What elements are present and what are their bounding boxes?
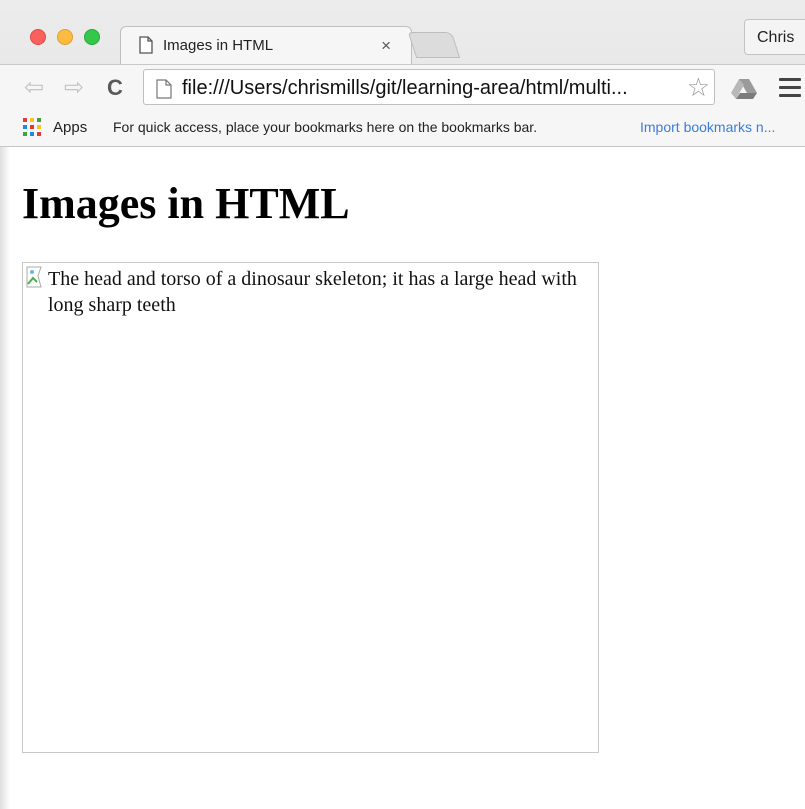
tab-images-in-html[interactable]: Images in HTML ×	[120, 26, 412, 65]
new-tab-button[interactable]	[407, 32, 461, 58]
image-alt-text: The head and torso of a dinosaur skeleto…	[48, 268, 577, 316]
star-icon[interactable]: ☆	[687, 72, 710, 102]
menu-icon[interactable]	[779, 78, 801, 102]
apps-label[interactable]: Apps	[53, 119, 87, 136]
address-bar[interactable]: file:///Users/chrismills/git/learning-ar…	[143, 69, 715, 105]
url-text[interactable]: file:///Users/chrismills/git/learning-ar…	[182, 77, 628, 100]
toolbar: ⇦ ⇨ C file:///Users/chrismills/git/learn…	[0, 64, 805, 111]
window-close-button[interactable]	[30, 29, 46, 45]
bookmarks-hint: For quick access, place your bookmarks h…	[113, 119, 538, 135]
window-minimize-button[interactable]	[57, 29, 73, 45]
page-edge-shadow	[0, 147, 10, 809]
apps-icon[interactable]	[23, 118, 41, 136]
page-content: Images in HTML The head and torso of a d…	[0, 147, 805, 809]
bookmarks-bar: Apps For quick access, place your bookma…	[0, 110, 805, 146]
profile-button[interactable]: Chris	[744, 19, 805, 55]
drive-icon[interactable]	[730, 78, 758, 105]
page-icon	[156, 79, 172, 104]
page-icon	[139, 36, 153, 59]
tab-strip: Images in HTML × Chris	[0, 0, 805, 65]
tab-title: Images in HTML	[163, 37, 274, 54]
browser-chrome: Images in HTML × Chris ⇦ ⇨ C file:///Use…	[0, 0, 805, 147]
broken-image: The head and torso of a dinosaur skeleto…	[22, 262, 599, 753]
back-button[interactable]: ⇦	[20, 74, 48, 102]
reload-button[interactable]: C	[101, 74, 129, 102]
page-title: Images in HTML	[22, 179, 350, 228]
close-icon[interactable]: ×	[381, 36, 391, 56]
forward-button[interactable]: ⇨	[60, 74, 88, 102]
broken-image-icon	[26, 266, 48, 293]
import-bookmarks-link[interactable]: Import bookmarks n...	[640, 119, 775, 135]
window-zoom-button[interactable]	[84, 29, 100, 45]
